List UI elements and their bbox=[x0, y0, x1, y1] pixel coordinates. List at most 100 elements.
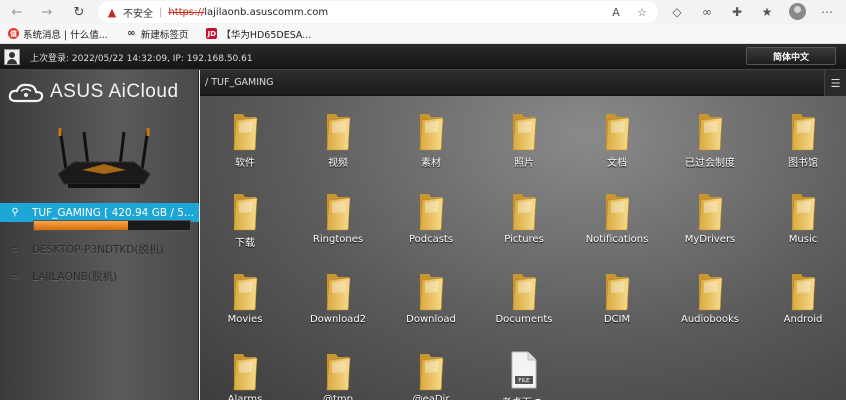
device-lajilaonb[interactable]: ▭ LAJILAONB(脱机) bbox=[0, 267, 199, 286]
file-item[interactable]: FILE 老桌面.7z bbox=[479, 348, 569, 400]
folder-item[interactable]: MyDrivers bbox=[665, 188, 755, 260]
refresh-icon[interactable]: ↻ bbox=[66, 0, 92, 24]
folder-item[interactable]: Download2 bbox=[293, 268, 383, 340]
folder-icon bbox=[326, 274, 351, 311]
browser-toolbar: ← → ↻ ▲ 不安全 | https:// lajilaonb.asuscom… bbox=[0, 0, 846, 24]
folder-item[interactable]: 软件 bbox=[200, 108, 290, 180]
folder-item[interactable]: Movies bbox=[200, 268, 290, 340]
file-icon: FILE bbox=[511, 351, 537, 389]
computer-icon: ▭ bbox=[10, 244, 20, 255]
folder-icon bbox=[791, 194, 816, 231]
device-label: LAJILAONB(脱机) bbox=[32, 271, 118, 283]
address-bar[interactable]: ▲ 不安全 | https:// lajilaonb.asuscomm.com … bbox=[98, 1, 658, 23]
folder-icon bbox=[326, 194, 351, 231]
item-label: Podcasts bbox=[408, 234, 454, 245]
item-label: 文档 bbox=[607, 158, 627, 169]
logo: ASUS AiCloud bbox=[8, 76, 193, 108]
folder-icon bbox=[791, 114, 816, 151]
item-label: 视频 bbox=[328, 158, 348, 169]
folder-icon bbox=[419, 194, 444, 231]
back-icon[interactable]: ← bbox=[4, 0, 30, 24]
app-header: 上次登录: 2022/05/22 14:32:09, IP: 192.168.5… bbox=[0, 44, 846, 70]
item-label: Alarms bbox=[227, 394, 263, 400]
item-label: 已过会制度 bbox=[685, 158, 735, 169]
bookmark-smzdm-icon: 值 bbox=[8, 28, 19, 39]
folder-item[interactable]: @tmp bbox=[293, 348, 383, 400]
item-label: Movies bbox=[227, 314, 263, 325]
list-view-icon[interactable]: ☰ bbox=[824, 70, 846, 96]
folder-item[interactable]: Android bbox=[758, 268, 846, 340]
insecure-label: 不安全 bbox=[123, 8, 153, 20]
item-label: MyDrivers bbox=[684, 234, 736, 245]
folder-icon bbox=[326, 354, 351, 391]
forward-icon[interactable]: → bbox=[34, 0, 60, 24]
folder-icon bbox=[419, 354, 444, 391]
item-label: 图书馆 bbox=[788, 158, 818, 169]
folder-icon bbox=[605, 274, 630, 311]
user-icon[interactable] bbox=[4, 49, 20, 65]
profile-avatar[interactable] bbox=[789, 3, 806, 20]
item-label: Music bbox=[788, 234, 818, 245]
item-label: 素材 bbox=[421, 158, 441, 169]
folder-icon bbox=[605, 194, 630, 231]
device-desktop[interactable]: ▭ DESKTOP-P3NDTKD(脱机) bbox=[0, 240, 199, 259]
language-button[interactable]: 简体中文 bbox=[746, 47, 836, 65]
extensions-icon[interactable]: ✚ bbox=[728, 3, 746, 21]
bookmark-jd-icon: JD bbox=[206, 28, 218, 39]
item-label: 下载 bbox=[235, 238, 255, 249]
folder-item[interactable]: Download bbox=[386, 268, 476, 340]
cloud-icon bbox=[8, 83, 44, 103]
bookmark-link-icon: ∞ bbox=[127, 28, 136, 39]
item-label: Download bbox=[406, 314, 456, 325]
folder-item[interactable]: 视频 bbox=[293, 108, 383, 180]
device-label: DESKTOP-P3NDTKD(脱机) bbox=[32, 244, 164, 256]
item-label: Ringtones bbox=[312, 234, 364, 245]
folder-icon bbox=[698, 274, 723, 311]
folder-icon bbox=[419, 114, 444, 151]
folder-icon bbox=[698, 114, 723, 151]
folder-item[interactable]: Alarms bbox=[200, 348, 290, 400]
bookmark-item[interactable]: ∞ 新建标签页 bbox=[126, 27, 188, 41]
more-menu-icon[interactable]: ⋯ bbox=[818, 3, 836, 21]
bookmark-item[interactable]: 值 系统消息 | 什么值... bbox=[8, 27, 108, 41]
folder-item[interactable]: 文档 bbox=[572, 108, 662, 180]
url-scheme: https:// bbox=[168, 6, 205, 18]
bookmarks-bar: 值 系统消息 | 什么值... ∞ 新建标签页 JD 【华为HD65DESA..… bbox=[0, 24, 846, 44]
read-aloud-icon[interactable]: A bbox=[608, 4, 624, 20]
favorite-add-icon[interactable]: ☆ bbox=[634, 4, 650, 20]
item-label: @tmp bbox=[322, 394, 353, 400]
folder-item[interactable]: Podcasts bbox=[386, 188, 476, 260]
item-label: Download2 bbox=[309, 314, 367, 325]
bookmark-item[interactable]: JD 【华为HD65DESA... bbox=[206, 27, 311, 41]
item-label: 照片 bbox=[514, 158, 534, 169]
folder-icon bbox=[419, 274, 444, 311]
shield-icon[interactable]: ◇ bbox=[668, 3, 686, 21]
folder-item[interactable]: 下载 bbox=[200, 188, 290, 260]
favorites-icon[interactable]: ★ bbox=[758, 3, 776, 21]
item-label: 软件 bbox=[235, 158, 255, 169]
folder-item[interactable]: 图书馆 bbox=[758, 108, 846, 180]
folder-icon bbox=[233, 274, 258, 311]
folder-item[interactable]: 照片 bbox=[479, 108, 569, 180]
router-image bbox=[57, 127, 151, 188]
folder-icon bbox=[512, 114, 537, 151]
folder-item[interactable]: Documents bbox=[479, 268, 569, 340]
folder-item[interactable]: 素材 bbox=[386, 108, 476, 180]
folder-icon bbox=[791, 274, 816, 311]
extension-link-icon[interactable]: ∞ bbox=[698, 3, 716, 21]
folder-item[interactable]: DCIM bbox=[572, 268, 662, 340]
folder-icon bbox=[233, 194, 258, 231]
folder-item[interactable]: 已过会制度 bbox=[665, 108, 755, 180]
folder-item[interactable]: Music bbox=[758, 188, 846, 260]
folder-item[interactable]: Pictures bbox=[479, 188, 569, 260]
folder-icon bbox=[512, 194, 537, 231]
item-label: 老桌面.7z bbox=[479, 394, 569, 400]
warning-icon: ▲ bbox=[107, 5, 117, 19]
folder-item[interactable]: @eaDir bbox=[386, 348, 476, 400]
folder-item[interactable]: Notifications bbox=[572, 188, 662, 260]
sidebar: ASUS AiCloud ⚲ TUF_GAMING [ 420.94 GB / … bbox=[0, 70, 199, 400]
url-host: lajilaonb.asuscomm.com bbox=[204, 6, 329, 18]
folder-icon bbox=[698, 194, 723, 231]
folder-item[interactable]: Ringtones bbox=[293, 188, 383, 260]
folder-item[interactable]: Audiobooks bbox=[665, 268, 755, 340]
